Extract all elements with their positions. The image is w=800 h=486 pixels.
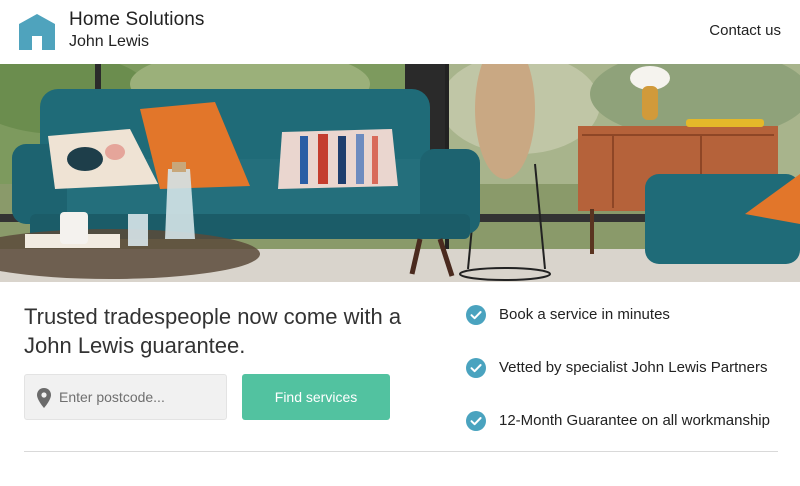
benefit-text: Book a service in minutes (499, 306, 670, 323)
postcode-field[interactable] (24, 374, 227, 420)
brand-subtitle[interactable]: John Lewis (69, 33, 149, 51)
site-header: Home Solutions John Lewis Contact us (0, 0, 800, 64)
benefit-item: Book a service in minutes (466, 304, 796, 357)
check-circle-icon (466, 358, 486, 378)
check-circle-icon (466, 305, 486, 325)
living-room-photo (0, 64, 800, 282)
location-pin-icon (37, 388, 51, 408)
benefit-text: 12-Month Guarantee on all workmanship (499, 412, 770, 429)
house-logo-icon[interactable] (18, 13, 56, 51)
postcode-input[interactable] (59, 375, 219, 419)
benefit-text: Vetted by specialist John Lewis Partners (499, 359, 768, 376)
page-headline: Trusted tradespeople now come with a Joh… (24, 304, 402, 358)
brand-title[interactable]: Home Solutions (69, 9, 205, 31)
benefit-item: 12-Month Guarantee on all workmanship (466, 410, 796, 463)
hero-image (0, 64, 800, 282)
check-circle-icon (466, 411, 486, 431)
find-services-button[interactable]: Find services (242, 374, 390, 420)
section-divider (24, 451, 778, 452)
benefits-list: Book a service in minutes Vetted by spec… (466, 304, 796, 463)
benefit-item: Vetted by specialist John Lewis Partners (466, 357, 796, 410)
contact-us-link[interactable]: Contact us (709, 22, 781, 39)
